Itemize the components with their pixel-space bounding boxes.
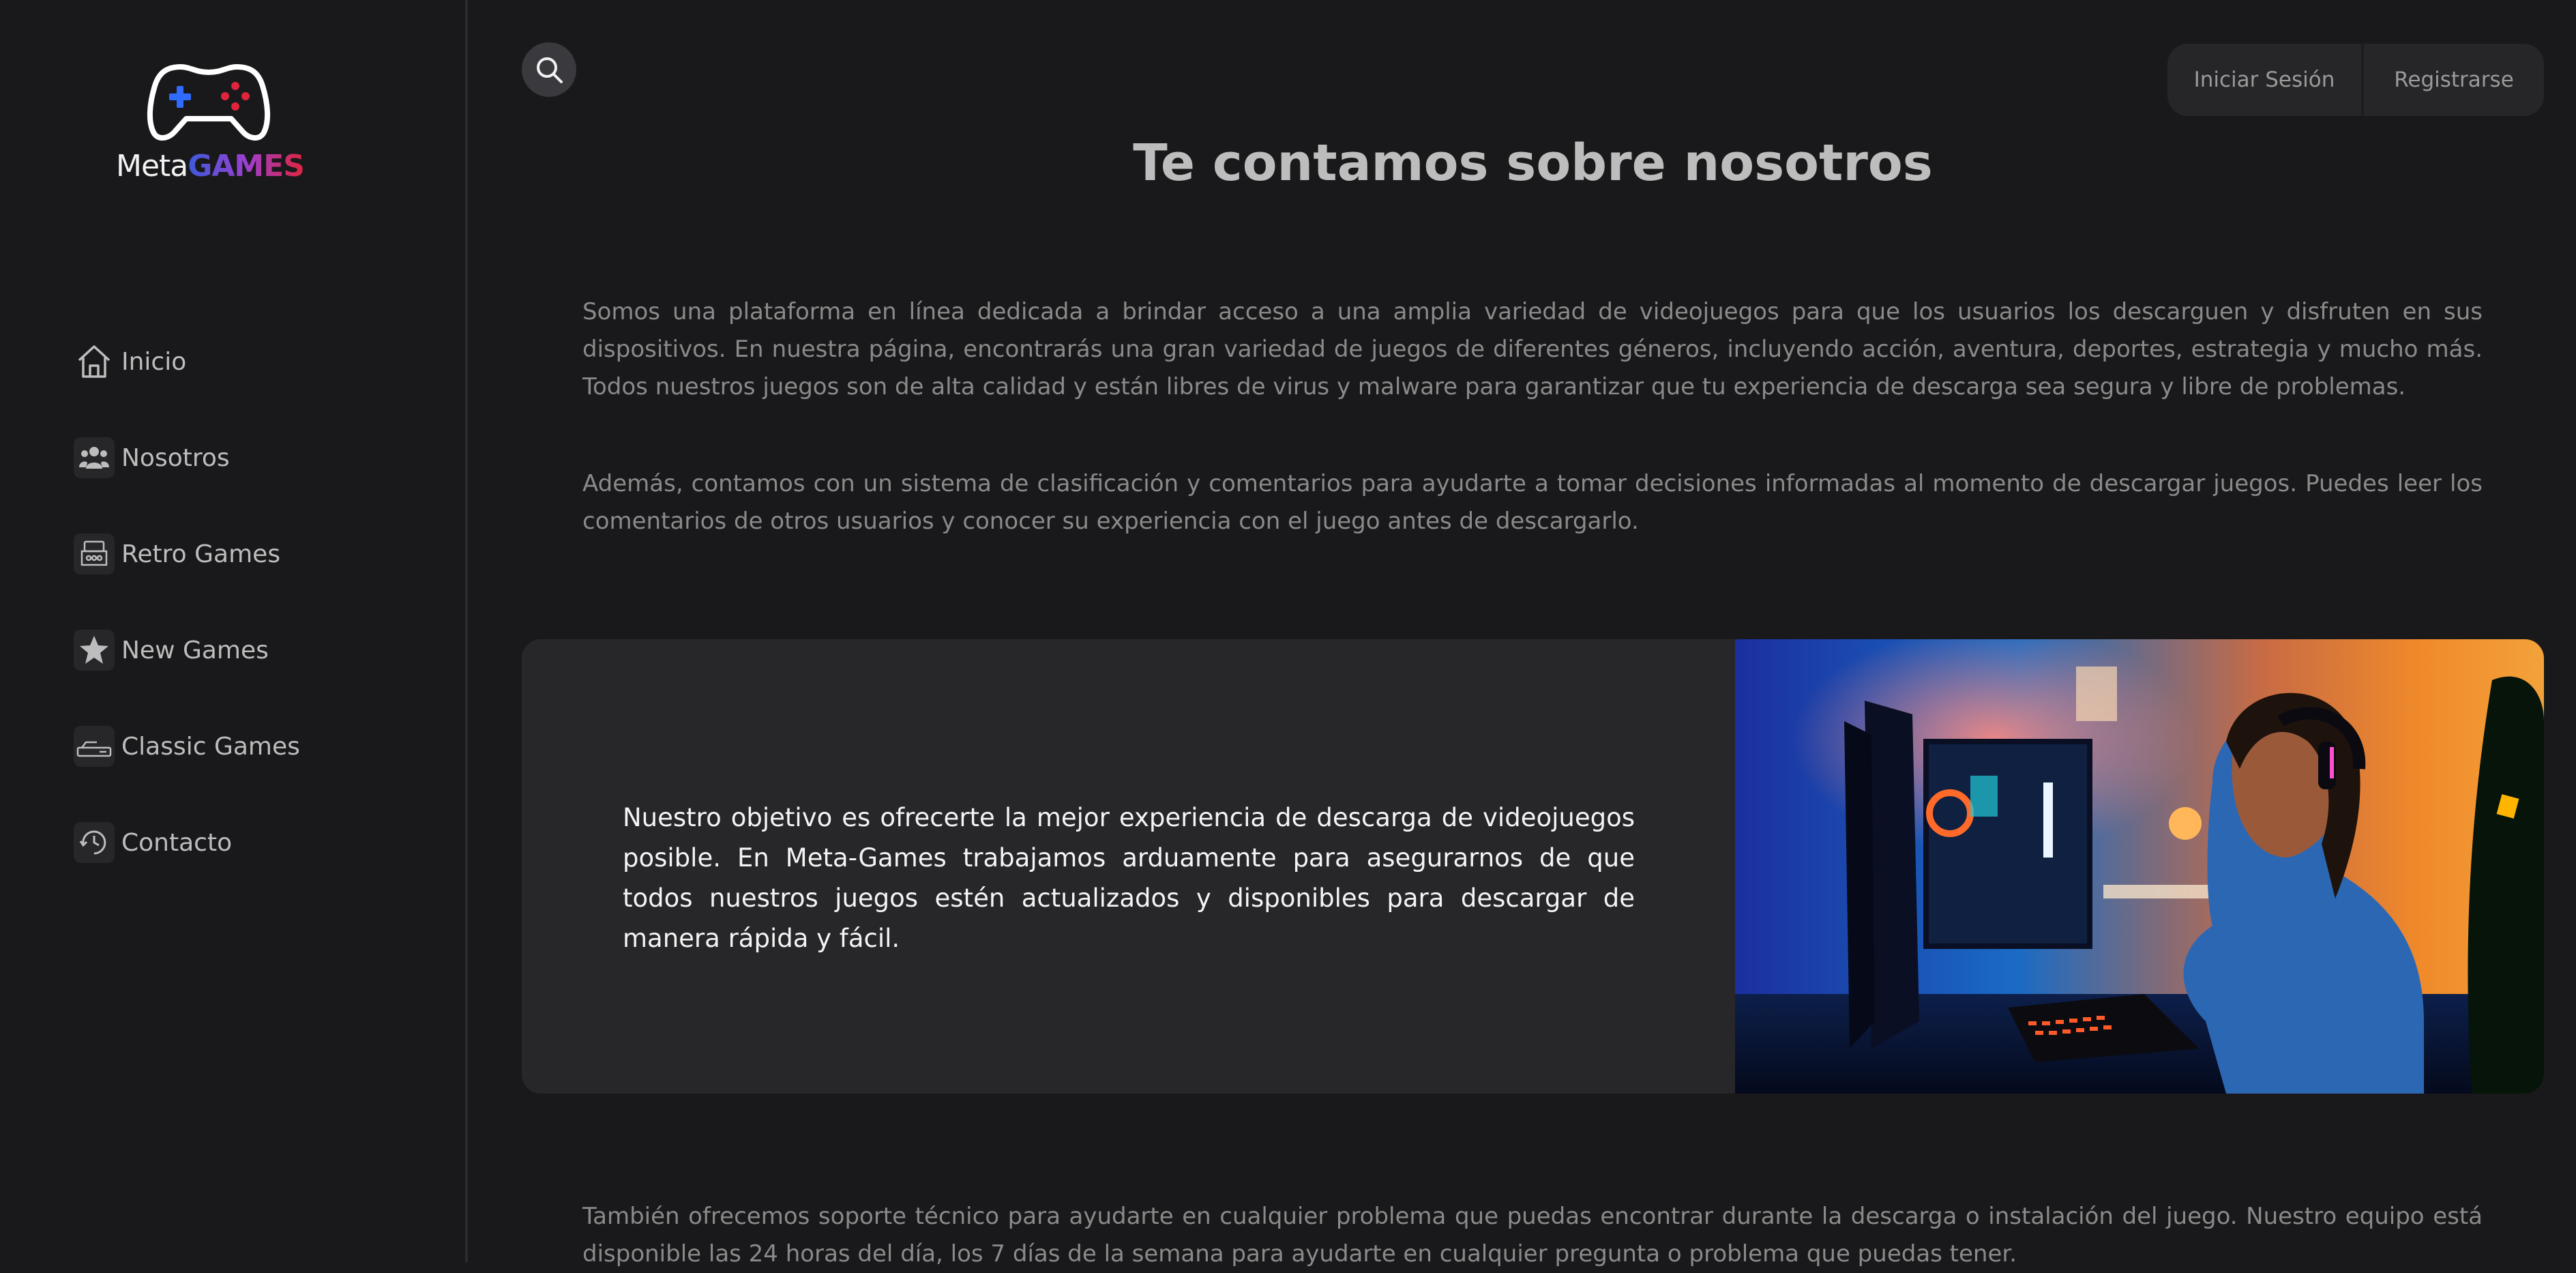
sidebar-item-new-games[interactable]: New Games bbox=[74, 630, 300, 671]
ratings-paragraph: Además, contamos con un sistema de clasi… bbox=[582, 470, 2483, 535]
star-icon bbox=[74, 630, 115, 671]
sidebar-item-label: New Games bbox=[121, 636, 269, 664]
search-icon bbox=[537, 57, 563, 83]
sidebar-item-contacto[interactable]: Contacto bbox=[74, 822, 300, 863]
support-icon bbox=[74, 822, 115, 863]
sidebar-item-nosotros[interactable]: Nosotros bbox=[74, 437, 300, 478]
home-icon bbox=[74, 341, 115, 382]
sidebar-item-classic-games[interactable]: Classic Games bbox=[74, 726, 300, 767]
sidebar-nav: Inicio Nosotros Retro Games New Games Cl… bbox=[74, 341, 300, 918]
auth-buttons: Iniciar Sesión Registrarse bbox=[2167, 44, 2544, 116]
search-button[interactable] bbox=[522, 42, 576, 97]
login-button[interactable]: Iniciar Sesión bbox=[2167, 44, 2364, 116]
logo-word-meta: Meta bbox=[116, 149, 188, 184]
sidebar-item-label: Inicio bbox=[121, 347, 187, 376]
register-button[interactable]: Registrarse bbox=[2364, 44, 2544, 116]
sidebar-item-inicio[interactable]: Inicio bbox=[74, 341, 300, 382]
objective-card: Nuestro objetivo es ofrecerte la mejor e… bbox=[522, 639, 2544, 1094]
sidebar-item-label: Contacto bbox=[121, 828, 233, 857]
sidebar-item-label: Classic Games bbox=[121, 732, 300, 761]
gamepad-logo-icon bbox=[147, 64, 271, 141]
sidebar-item-label: Retro Games bbox=[121, 540, 281, 568]
arcade-icon bbox=[74, 533, 115, 574]
sidebar-item-retro-games[interactable]: Retro Games bbox=[74, 533, 300, 574]
sidebar: MetaGAMES Inicio Nosotros Retro Games Ne… bbox=[0, 0, 468, 1262]
logo-word-games: GAMES bbox=[188, 149, 305, 184]
users-icon bbox=[74, 437, 115, 478]
intro-paragraph: Somos una plataforma en línea dedicada a… bbox=[582, 298, 2483, 400]
page-title: Te contamos sobre nosotros bbox=[1133, 134, 1933, 192]
gamer-photo bbox=[1735, 639, 2544, 1094]
objective-text: Nuestro objetivo es ofrecerte la mejor e… bbox=[623, 803, 1635, 953]
sidebar-item-label: Nosotros bbox=[121, 443, 230, 472]
console-icon bbox=[74, 726, 115, 767]
logo[interactable]: MetaGAMES bbox=[116, 59, 305, 184]
logo-text: MetaGAMES bbox=[116, 149, 305, 184]
